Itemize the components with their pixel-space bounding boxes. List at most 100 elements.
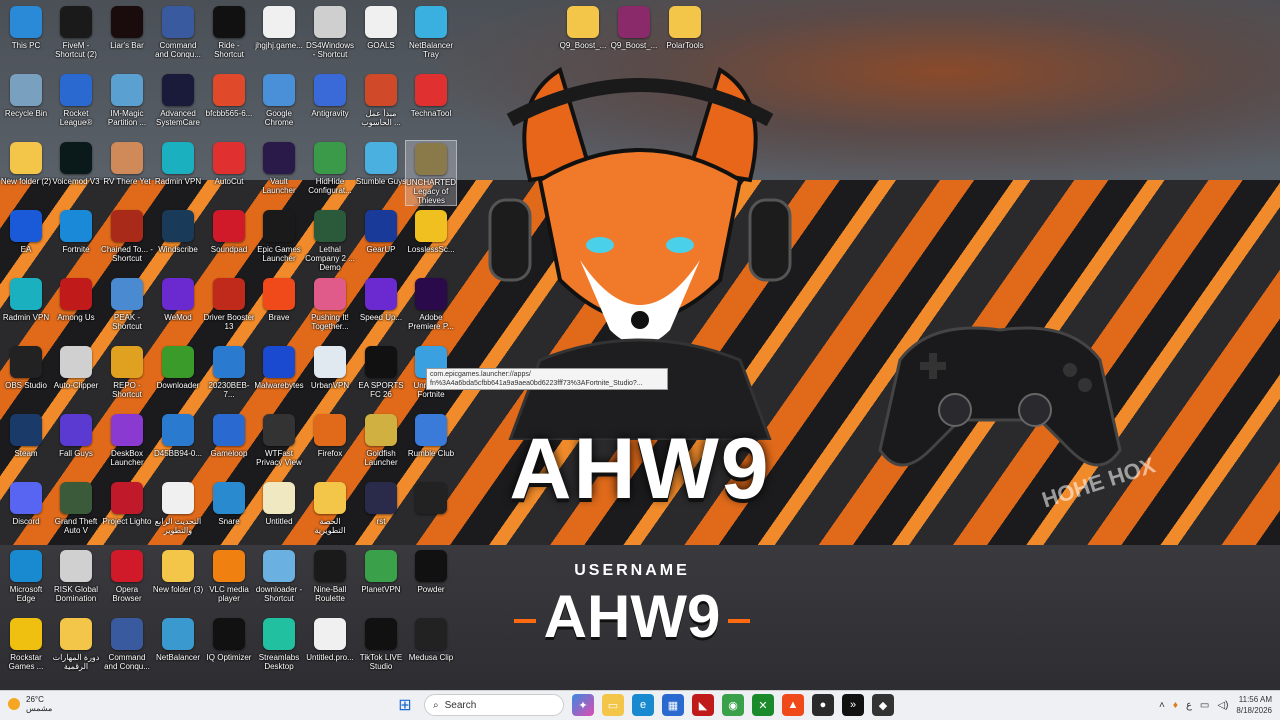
desktop-icon[interactable]: Q9_Boost_... xyxy=(608,4,660,70)
desktop-icon[interactable]: New folder (3) xyxy=(152,548,204,614)
desktop-icon[interactable]: Command and Conqu... xyxy=(152,4,204,70)
desktop-icon[interactable]: Stumble Guys xyxy=(355,140,407,206)
desktop-icon[interactable]: دورة المهارات الرقمية xyxy=(50,616,102,682)
desktop-icon[interactable]: Medusa Clip xyxy=(405,616,457,682)
desktop-icon[interactable]: Command and Conqu... xyxy=(101,616,153,682)
desktop-icon[interactable]: NetBalancer Tray xyxy=(405,4,457,70)
desktop-icon[interactable]: Pushing It! Together... xyxy=(304,276,356,342)
desktop-icon[interactable]: OBS Studio xyxy=(0,344,52,410)
desktop-icon[interactable]: IM-Magic Partition ... xyxy=(101,72,153,138)
desktop-icon[interactable]: UrbanVPN xyxy=(304,344,356,410)
desktop-icon[interactable]: Downloader xyxy=(152,344,204,410)
desktop-icon[interactable]: Powder xyxy=(405,548,457,614)
desktop-icon[interactable]: Firefox xyxy=(304,412,356,478)
desktop-icon[interactable]: Liar's Bar xyxy=(101,4,153,70)
desktop-icon[interactable]: DS4Windows - Shortcut xyxy=(304,4,356,70)
desktop-icon[interactable]: GearUP xyxy=(355,208,407,274)
desktop-icon[interactable]: This PC xyxy=(0,4,52,70)
desktop-icon[interactable]: PlanetVPN xyxy=(355,548,407,614)
desktop-icon[interactable]: Microsoft Edge xyxy=(0,548,52,614)
desktop-icon[interactable]: D45BB94-0... xyxy=(152,412,204,478)
desktop-icon[interactable]: LosslessSc... xyxy=(405,208,457,274)
desktop-icon[interactable]: Grand Theft Auto V xyxy=(50,480,102,546)
desktop-icon[interactable]: NetBalancer xyxy=(152,616,204,682)
desktop-icon[interactable]: Rocket League® xyxy=(50,72,102,138)
desktop-icon[interactable]: RV There Yet xyxy=(101,140,153,206)
desktop-icon[interactable]: الحصة التطويرية xyxy=(304,480,356,546)
desktop-icon[interactable]: jhgjhj.game... xyxy=(253,4,305,70)
desktop-icon[interactable]: DeskBox Launcher xyxy=(101,412,153,478)
desktop-icon[interactable]: Epic Games Launcher xyxy=(253,208,305,274)
desktop-icon[interactable]: Radmin VPN xyxy=(0,276,52,342)
desktop-icon[interactable]: Advanced SystemCare xyxy=(152,72,204,138)
desktop-icon[interactable]: Untitled.pro... xyxy=(304,616,356,682)
desktop-icon[interactable]: Ride - Shortcut xyxy=(203,4,255,70)
desktop-icon[interactable]: FiveM - Shortcut (2) xyxy=(50,4,102,70)
desktop-icon[interactable]: HidHide Configurat... xyxy=(304,140,356,206)
microphone-icon[interactable]: ♦ xyxy=(1173,700,1178,711)
desktop-icon[interactable]: Google Chrome xyxy=(253,72,305,138)
terminal-icon[interactable]: » xyxy=(842,694,864,716)
start-button[interactable]: ⊞ xyxy=(394,694,416,716)
desktop-icon[interactable]: Vault Launcher xyxy=(253,140,305,206)
desktop-icon[interactable]: bfcbb565-6... xyxy=(203,72,255,138)
desktop-icon[interactable]: Opera Browser xyxy=(101,548,153,614)
desktop-icon[interactable]: PEAK - Shortcut xyxy=(101,276,153,342)
desktop-icon[interactable]: RISK Global Domination xyxy=(50,548,102,614)
amd-icon[interactable]: ◣ xyxy=(692,694,714,716)
desktop-icon[interactable]: Fall Guys xyxy=(50,412,102,478)
desktop-icon[interactable]: AutoCut xyxy=(203,140,255,206)
file-explorer-icon[interactable]: ▭ xyxy=(602,694,624,716)
desktop-icon[interactable]: مبدأ عمل الحاسوب ... xyxy=(355,72,407,138)
desktop-icon[interactable]: Nine-Ball Roulette xyxy=(304,548,356,614)
desktop-icon[interactable]: Streamlabs Desktop xyxy=(253,616,305,682)
desktop-icon[interactable]: Project Lighto xyxy=(101,480,153,546)
desktop-icon[interactable]: Snare xyxy=(203,480,255,546)
chrome-taskbar-icon[interactable]: ◉ xyxy=(722,694,744,716)
desktop-icon[interactable]: TechnaTool xyxy=(405,72,457,138)
record-app-icon[interactable]: ● xyxy=(812,694,834,716)
desktop-icon[interactable]: Driver Booster 13 xyxy=(203,276,255,342)
store-icon[interactable]: ▦ xyxy=(662,694,684,716)
desktop-icon[interactable]: WeMod xyxy=(152,276,204,342)
desktop-icon[interactable]: Radmin VPN xyxy=(152,140,204,206)
desktop-icon[interactable]: Recycle Bin xyxy=(0,72,52,138)
desktop-icon[interactable]: Windscribe xyxy=(152,208,204,274)
copilot-icon[interactable]: ✦ xyxy=(572,694,594,716)
desktop-icon[interactable]: Discord xyxy=(0,480,52,546)
desktop-icon[interactable]: Malwarebytes xyxy=(253,344,305,410)
desktop-icon[interactable]: Auto-Clipper xyxy=(50,344,102,410)
desktop-icon[interactable]: WTFast Privacy View xyxy=(253,412,305,478)
desktop-icon[interactable]: PolarTools xyxy=(659,4,711,70)
desktop-icon[interactable] xyxy=(405,480,457,546)
desktop-icon[interactable]: UNCHARTED Legacy of Thieves Collection xyxy=(405,140,457,206)
xbox-icon[interactable]: ✕ xyxy=(752,694,774,716)
brave-taskbar-icon[interactable]: ▲ xyxy=(782,694,804,716)
desktop-icon[interactable]: VLC media player xyxy=(203,548,255,614)
desktop-icon[interactable]: Among Us xyxy=(50,276,102,342)
taskbar-search[interactable]: ⌕ Search xyxy=(424,694,564,716)
desktop-icon[interactable]: Rumble Club xyxy=(405,412,457,478)
desktop-icon[interactable]: Adobe Premiere P... xyxy=(405,276,457,342)
desktop-icon[interactable]: Untitled xyxy=(253,480,305,546)
desktop-icon[interactable]: Voicemod V3 xyxy=(50,140,102,206)
desktop-icon[interactable]: Brave xyxy=(253,276,305,342)
network-icon[interactable]: ▭ xyxy=(1200,700,1209,711)
desktop-icon[interactable]: GOALS xyxy=(355,4,407,70)
desktop-icon[interactable]: Speed Up... xyxy=(355,276,407,342)
edge-taskbar-icon[interactable]: e xyxy=(632,694,654,716)
desktop-icon[interactable]: Rockstar Games ... xyxy=(0,616,52,682)
weather-widget[interactable]: 26°C مشمس xyxy=(8,695,52,713)
desktop-icon[interactable]: Lethal Company 2 ... Demo xyxy=(304,208,356,274)
desktop-icon[interactable]: New folder (2) xyxy=(0,140,52,206)
desktop-icon[interactable]: Goldfish Launcher xyxy=(355,412,407,478)
desktop-icon[interactable]: Fortnite xyxy=(50,208,102,274)
desktop-icon[interactable]: 20230BEB-7... xyxy=(203,344,255,410)
desktop-icon[interactable]: EA SPORTS FC 26 xyxy=(355,344,407,410)
desktop-icon[interactable]: Gameloop xyxy=(203,412,255,478)
desktop-icon[interactable]: Q9_Boost_... xyxy=(557,4,609,70)
desktop-icon[interactable]: Soundpad xyxy=(203,208,255,274)
desktop-icon[interactable]: EA xyxy=(0,208,52,274)
chevron-up-icon[interactable]: ˄ xyxy=(1159,700,1165,711)
desktop-icon[interactable]: Chained To... - Shortcut xyxy=(101,208,153,274)
